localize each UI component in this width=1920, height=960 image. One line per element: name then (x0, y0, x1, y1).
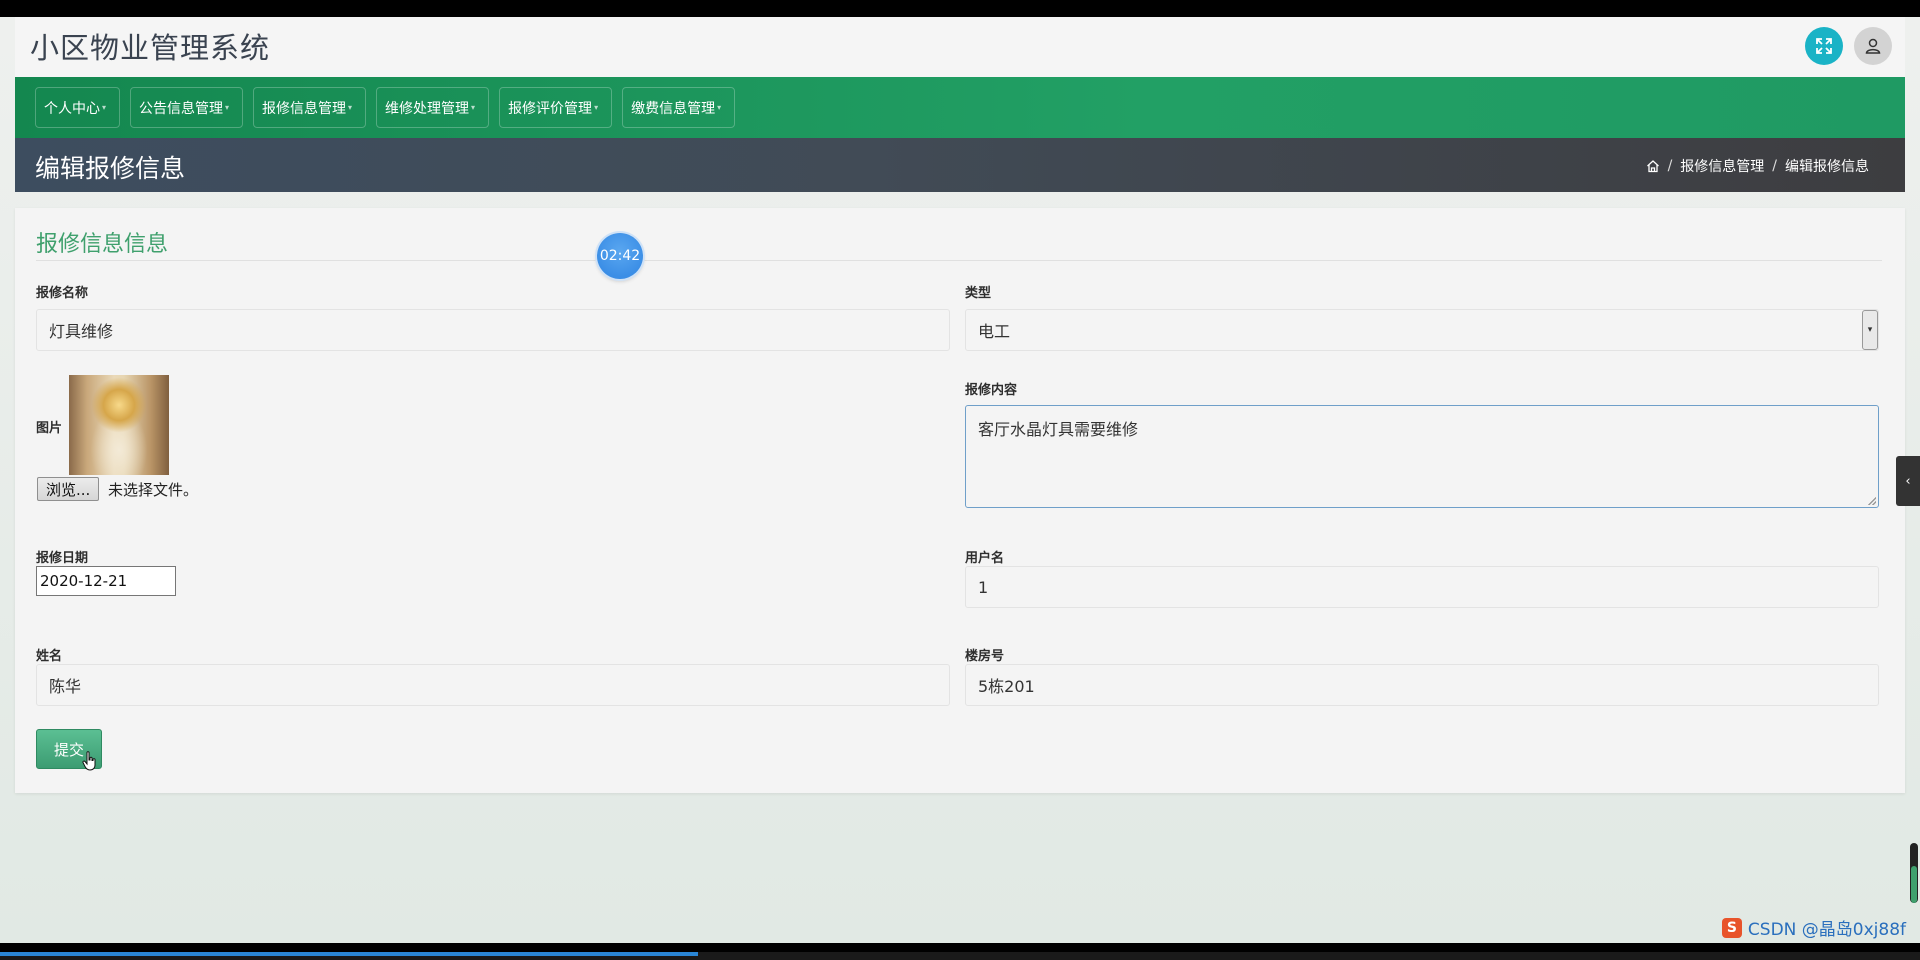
hand-cursor-icon (82, 751, 96, 771)
nav-item-label: 缴费信息管理 (631, 100, 716, 117)
content-text: 客厅水晶灯具需要维修 (978, 420, 1139, 439)
user-menu-button[interactable] (1854, 27, 1892, 65)
submit-button[interactable]: 提交 (36, 729, 102, 771)
sogou-logo-icon: S (1721, 917, 1742, 938)
site-title: 小区物业管理系统 (30, 31, 271, 65)
chevron-down-icon: ▾ (717, 103, 722, 112)
building-input[interactable]: 5栋201 (965, 664, 1879, 706)
scrollbar-thumb[interactable] (1911, 866, 1917, 903)
recording-timer: 02:42 (597, 233, 643, 279)
breadcrumb-separator: / (1667, 158, 1673, 174)
image-label: 图片 (36, 421, 63, 436)
repair-date-label: 报修日期 (36, 551, 89, 566)
nav-item-announcements[interactable]: 公告信息管理 ▾ (130, 87, 244, 128)
chevron-down-icon: ▾ (1862, 310, 1878, 350)
video-progress-fill (0, 952, 698, 956)
user-icon (1865, 38, 1881, 54)
type-selected-value: 电工 (978, 322, 1011, 341)
breadcrumb-separator: / (1772, 158, 1777, 174)
repair-date-input[interactable]: 2020-12-21 (36, 566, 176, 596)
repair-name-input[interactable]: 灯具维修 (36, 309, 950, 351)
page-title: 编辑报修信息 (35, 154, 186, 183)
breadcrumb: / 报修信息管理 / 编辑报修信息 (1646, 156, 1869, 176)
name-input[interactable]: 陈华 (36, 664, 950, 706)
chevron-down-icon: ▾ (471, 103, 476, 112)
watermark: S CSDN @晶岛0xj88f (1721, 915, 1906, 940)
username-input[interactable]: 1 (965, 566, 1879, 608)
content-textarea[interactable]: 客厅水晶灯具需要维修 (965, 405, 1879, 508)
name-label: 姓名 (36, 649, 63, 664)
nav-item-label: 报修信息管理 (262, 100, 347, 117)
nav-item-label: 个人中心 (44, 100, 100, 117)
nav-item-repair-review[interactable]: 报修评价管理 ▾ (499, 87, 613, 128)
chevron-down-icon: ▾ (225, 103, 230, 112)
page-header: 编辑报修信息 / 报修信息管理 / 编辑报修信息 (15, 138, 1905, 192)
expand-arrows-icon (1816, 38, 1832, 54)
type-select[interactable]: 电工 ▾ (965, 309, 1879, 351)
browse-file-button[interactable]: 浏览... (37, 477, 100, 501)
content-label: 报修内容 (965, 383, 1018, 398)
resize-grip-icon[interactable] (1868, 497, 1876, 505)
chevron-down-icon: ▾ (594, 103, 599, 112)
nav-item-maintenance[interactable]: 维修处理管理 ▾ (376, 87, 490, 128)
breadcrumb-current: 编辑报修信息 (1785, 159, 1869, 175)
repair-name-label: 报修名称 (36, 286, 89, 301)
main-nav: 个人中心 ▾ 公告信息管理 ▾ 报修信息管理 ▾ 维修处理管理 ▾ 报修评价管理 ▾ 缴费… (15, 77, 1905, 138)
form-section-title: 报修信息信息 (36, 232, 169, 257)
chevron-down-icon: ▾ (348, 103, 353, 112)
nav-item-label: 维修处理管理 (385, 100, 470, 117)
app-viewport: 小区物业管理系统 个人中心 ▾ 公告信息管理 ▾ 报修信息管理 ▾ 维修处理管理 ▾ 报… (0, 17, 1920, 943)
breadcrumb-section-link[interactable]: 报修信息管理 (1680, 156, 1764, 176)
top-bar: 小区物业管理系统 (15, 17, 1905, 77)
nav-item-payments[interactable]: 缴费信息管理 ▾ (622, 87, 736, 128)
repair-image-thumbnail (69, 375, 169, 475)
watermark-text: CSDN @晶岛0xj88f (1747, 920, 1906, 940)
type-label: 类型 (965, 286, 992, 301)
divider (36, 260, 1882, 261)
chevron-left-icon: ‹ (1905, 473, 1911, 489)
building-label: 楼房号 (965, 649, 1005, 664)
fullscreen-button[interactable] (1805, 27, 1843, 65)
video-progress-bar[interactable] (0, 952, 1920, 960)
nav-item-repair-info[interactable]: 报修信息管理 ▾ (253, 87, 367, 128)
nav-item-label: 公告信息管理 (139, 100, 224, 117)
sidebar-toggle-button[interactable]: ‹ (1896, 456, 1920, 506)
home-icon[interactable] (1646, 159, 1660, 173)
submit-label: 提交 (53, 740, 84, 759)
username-label: 用户名 (965, 551, 1005, 566)
nav-item-label: 报修评价管理 (508, 100, 593, 117)
nav-item-profile[interactable]: 个人中心 ▾ (35, 87, 121, 128)
chevron-down-icon: ▾ (102, 103, 107, 112)
edit-form-card: 报修信息信息 报修名称 灯具维修 类型 电工 ▾ 图片 浏览... 未选择文件。… (15, 208, 1905, 793)
file-status-text: 未选择文件。 (108, 481, 199, 499)
